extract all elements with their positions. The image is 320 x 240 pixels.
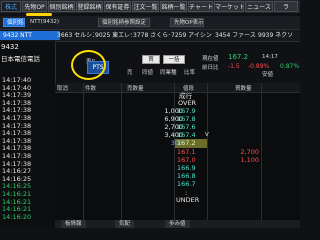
small-percent: 0.87% xyxy=(280,63,300,70)
bottom-tab[interactable]: 板情報 xyxy=(61,220,86,228)
ticker-item[interactable]: 9025 東エレク xyxy=(95,31,132,40)
under-row: UNDER xyxy=(55,196,300,205)
ticker-item[interactable]: 9939 ネクソ xyxy=(258,31,300,40)
change-label: 前日比 xyxy=(202,65,219,71)
bottom-tab[interactable]: 歩み値 xyxy=(165,220,190,228)
pts-highlight-circle xyxy=(71,50,106,80)
tab-stock-list[interactable]: 銘柄一覧 xyxy=(160,1,187,12)
top-tab-bar: 株式 先物OP 個別銘柄 登録銘柄 保有証券 注文一覧 銘柄一覧 チャート マー… xyxy=(0,0,300,13)
col-cancel: 取消 xyxy=(57,86,69,92)
ticker-item[interactable]: 3454 ファース xyxy=(215,31,257,40)
time-row: 14:16:20 xyxy=(2,212,32,221)
ref-settings-button[interactable]: 個別銘柄参照設定 xyxy=(98,18,150,27)
low-price-label: 安値 xyxy=(262,72,274,78)
buy-row[interactable]: 166.7 xyxy=(55,180,300,189)
buy-price[interactable]: 166.7 xyxy=(177,180,207,189)
tab-market[interactable]: マーケット xyxy=(214,1,244,12)
col-count: 件数 xyxy=(85,86,97,92)
tab-registered-stocks[interactable]: 登録銘柄 xyxy=(76,1,103,12)
stock-toolbar: 個別銘柄 NTT(9432) 個別銘柄参照設定 先物OP表示 xyxy=(0,16,300,30)
tab-holdings[interactable]: 保有証券 xyxy=(104,1,131,12)
industry-label: 同業種 xyxy=(160,70,177,76)
bottom-tab-bar: 板情報 気配 歩み値 xyxy=(55,220,300,228)
change-percent: -0.89% xyxy=(248,63,270,70)
ticker-item[interactable]: 3778 さくらイ xyxy=(133,31,170,40)
sell-price[interactable]: 167.2 xyxy=(177,139,207,148)
tab-futures-op[interactable]: 先物OP xyxy=(22,1,47,12)
batch-sell-button[interactable]: 一括売 xyxy=(163,55,185,72)
tab-chart[interactable]: チャート xyxy=(188,1,213,12)
sell-label: 売 xyxy=(127,70,133,76)
tab-news[interactable]: ニュース xyxy=(245,1,273,12)
ticker-item[interactable]: 7259 アイシン xyxy=(171,31,214,40)
tab-order-list[interactable]: 注文一覧 xyxy=(132,1,159,12)
price-block: 現在値 167.2 14:17 前日比 -1.5 -0.89% 0.87% 安値 xyxy=(202,53,300,78)
col-price: 値段 xyxy=(183,86,195,92)
price-time: 14:17 xyxy=(262,54,278,60)
current-price-label: 現在値 xyxy=(202,56,219,62)
order-board: 取消 件数 売数量 値段 買数量 成行 OVER 1,000 167.9 6,9… xyxy=(55,83,300,228)
buy-board-button[interactable]: 買板 xyxy=(142,55,160,72)
tab-individual-stock[interactable]: 個別銘柄 xyxy=(48,1,75,12)
current-price: 167.2 xyxy=(228,53,249,61)
col-sell-qty: 売数量 xyxy=(127,86,144,92)
pool-label: 同値 xyxy=(142,70,154,76)
ticker-item[interactable]: 3663 セルシス xyxy=(57,31,94,40)
ratio-label: 比率 xyxy=(184,70,196,76)
col-buy-qty: 買数量 xyxy=(235,86,252,92)
ticker-item-current[interactable]: 9432 NTT xyxy=(0,31,60,40)
futures-display-button[interactable]: 先物OP表示 xyxy=(170,18,204,27)
bottom-tab[interactable]: 気配 xyxy=(115,220,135,228)
under-label: UNDER xyxy=(176,196,200,204)
tab-stocks[interactable]: 株式 xyxy=(1,1,21,12)
individual-badge: 個別銘柄 xyxy=(3,18,25,27)
tab-more[interactable]: ラ xyxy=(274,1,298,12)
stock-title: NTT(9432) xyxy=(30,19,60,25)
change-value: -1.5 xyxy=(228,63,240,70)
sell-row-current[interactable]: 300 167.2 xyxy=(55,139,300,148)
stock-name: 日本電信電話 xyxy=(1,55,40,63)
stock-code: 9432 xyxy=(1,43,19,51)
